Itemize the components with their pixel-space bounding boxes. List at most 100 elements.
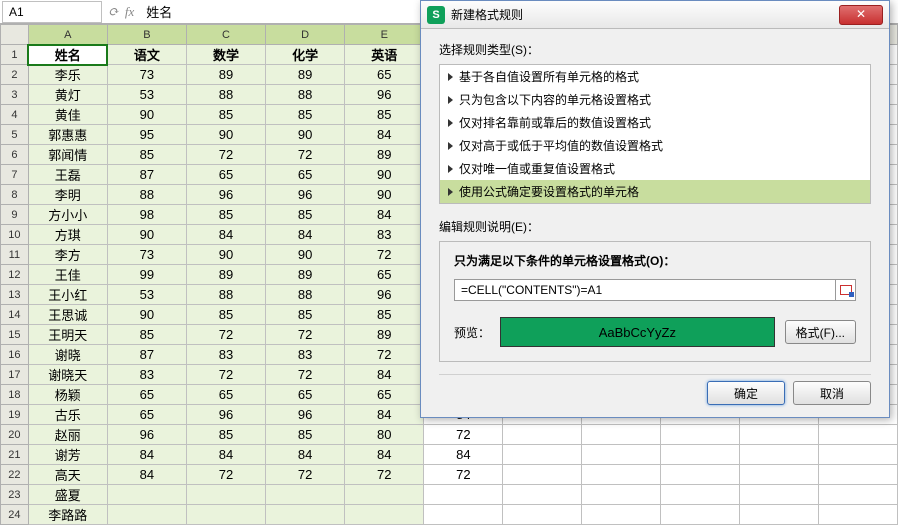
col-header[interactable]: A: [28, 25, 107, 45]
cell[interactable]: [818, 465, 897, 485]
cell[interactable]: 72: [186, 325, 265, 345]
cell[interactable]: [740, 465, 819, 485]
cell[interactable]: 谢晓: [28, 345, 107, 365]
cell[interactable]: 王小红: [28, 285, 107, 305]
corner-cell[interactable]: [1, 25, 29, 45]
fx-icon[interactable]: ⟳: [108, 4, 119, 20]
cell[interactable]: 87: [107, 165, 186, 185]
cell[interactable]: [503, 465, 582, 485]
cell[interactable]: 王思诚: [28, 305, 107, 325]
cell[interactable]: 84: [345, 445, 424, 465]
cell[interactable]: [818, 485, 897, 505]
cell[interactable]: [186, 485, 265, 505]
cell[interactable]: 89: [266, 265, 345, 285]
cell[interactable]: 65: [186, 165, 265, 185]
row-header[interactable]: 11: [1, 245, 29, 265]
cell[interactable]: 85: [266, 205, 345, 225]
cell[interactable]: [582, 485, 661, 505]
cell[interactable]: 72: [345, 345, 424, 365]
cell[interactable]: 72: [345, 465, 424, 485]
name-box[interactable]: A1: [2, 1, 102, 23]
cell[interactable]: 85: [186, 425, 265, 445]
cell[interactable]: 王明天: [28, 325, 107, 345]
cell[interactable]: 65: [345, 385, 424, 405]
cell[interactable]: 72: [186, 365, 265, 385]
cell[interactable]: [107, 505, 186, 525]
cell[interactable]: 90: [345, 165, 424, 185]
cell[interactable]: [107, 485, 186, 505]
cell[interactable]: 85: [266, 425, 345, 445]
cell[interactable]: 72: [266, 325, 345, 345]
cell[interactable]: 李方: [28, 245, 107, 265]
row-header[interactable]: 13: [1, 285, 29, 305]
range-picker-button[interactable]: [836, 279, 856, 301]
col-header[interactable]: C: [186, 25, 265, 45]
formula-input[interactable]: [454, 279, 836, 301]
cell[interactable]: 90: [186, 125, 265, 145]
cell[interactable]: [582, 445, 661, 465]
cell[interactable]: 84: [186, 225, 265, 245]
cell[interactable]: [345, 505, 424, 525]
cell[interactable]: 85: [266, 105, 345, 125]
cell[interactable]: 88: [186, 285, 265, 305]
cell[interactable]: 85: [186, 305, 265, 325]
cell[interactable]: [661, 425, 740, 445]
cell[interactable]: [503, 505, 582, 525]
row-header[interactable]: 6: [1, 145, 29, 165]
cell[interactable]: 83: [266, 345, 345, 365]
row-header[interactable]: 17: [1, 365, 29, 385]
row-header[interactable]: 10: [1, 225, 29, 245]
cell[interactable]: 90: [107, 225, 186, 245]
cell[interactable]: 姓名: [28, 45, 107, 65]
rule-type-list[interactable]: 基于各自值设置所有单元格的格式只为包含以下内容的单元格设置格式仅对排名靠前或靠后…: [439, 64, 871, 204]
cell[interactable]: 高天: [28, 465, 107, 485]
cell[interactable]: 84: [345, 405, 424, 425]
row-header[interactable]: 24: [1, 505, 29, 525]
cell[interactable]: 89: [345, 145, 424, 165]
cell[interactable]: 83: [107, 365, 186, 385]
row-header[interactable]: 16: [1, 345, 29, 365]
cell[interactable]: 谢晓天: [28, 365, 107, 385]
cell[interactable]: 72: [186, 465, 265, 485]
cell[interactable]: 72: [424, 425, 503, 445]
cell[interactable]: 王佳: [28, 265, 107, 285]
cell[interactable]: 89: [266, 65, 345, 85]
cell[interactable]: 90: [345, 185, 424, 205]
row-header[interactable]: 20: [1, 425, 29, 445]
cell[interactable]: [661, 505, 740, 525]
cell[interactable]: [582, 425, 661, 445]
cell[interactable]: 83: [186, 345, 265, 365]
cell[interactable]: 黄佳: [28, 105, 107, 125]
row-header[interactable]: 21: [1, 445, 29, 465]
cell[interactable]: 李路路: [28, 505, 107, 525]
cell[interactable]: 95: [107, 125, 186, 145]
cell[interactable]: 89: [345, 325, 424, 345]
cell[interactable]: 杨颖: [28, 385, 107, 405]
cell[interactable]: 85: [345, 105, 424, 125]
cell[interactable]: 65: [266, 385, 345, 405]
cell[interactable]: 72: [424, 465, 503, 485]
cell[interactable]: 90: [107, 305, 186, 325]
cell[interactable]: [818, 425, 897, 445]
cell[interactable]: 72: [266, 145, 345, 165]
cell[interactable]: 85: [186, 105, 265, 125]
col-header[interactable]: B: [107, 25, 186, 45]
row-header[interactable]: 8: [1, 185, 29, 205]
rule-type-item[interactable]: 仅对唯一值或重复值设置格式: [440, 157, 870, 180]
cell[interactable]: 方琪: [28, 225, 107, 245]
cell[interactable]: [424, 505, 503, 525]
cell[interactable]: [503, 485, 582, 505]
cell[interactable]: [740, 485, 819, 505]
cell[interactable]: 87: [107, 345, 186, 365]
cell[interactable]: 90: [107, 105, 186, 125]
col-header[interactable]: E: [345, 25, 424, 45]
cell[interactable]: 郭惠惠: [28, 125, 107, 145]
cell[interactable]: 84: [345, 125, 424, 145]
cell[interactable]: 语文: [107, 45, 186, 65]
cell[interactable]: [345, 485, 424, 505]
cell[interactable]: 90: [266, 125, 345, 145]
cell[interactable]: 89: [186, 265, 265, 285]
cell[interactable]: 72: [345, 245, 424, 265]
cell[interactable]: 88: [107, 185, 186, 205]
cell[interactable]: 98: [107, 205, 186, 225]
